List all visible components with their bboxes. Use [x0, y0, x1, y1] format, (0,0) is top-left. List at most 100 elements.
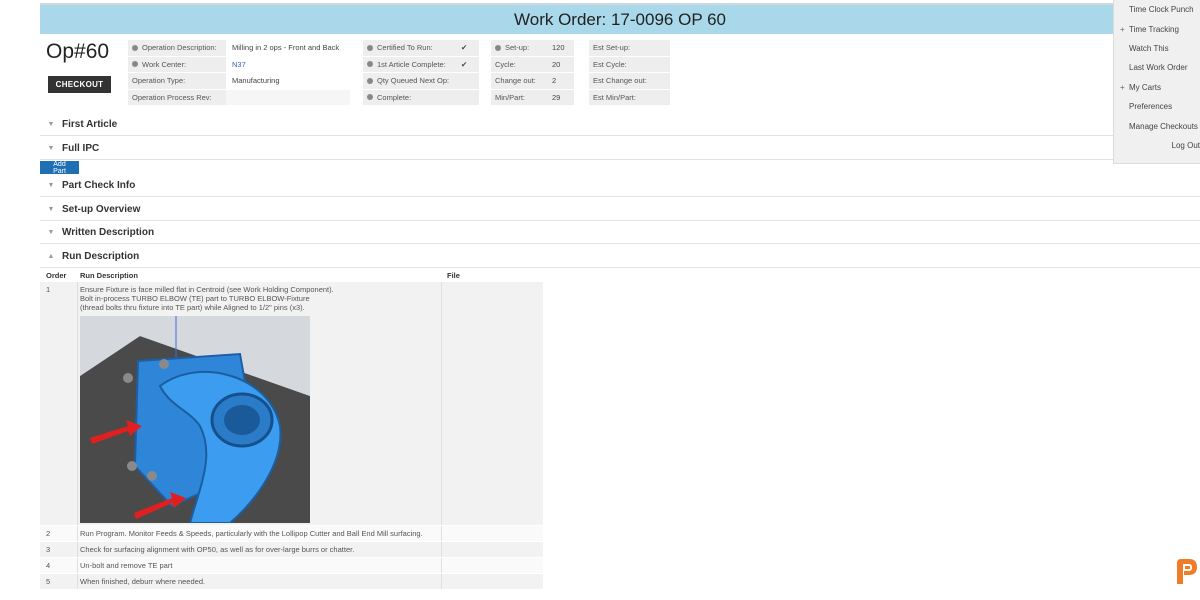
- row-description: Ensure Fixture is face milled flat in Ce…: [78, 282, 442, 525]
- row-description: Un-bolt and remove TE part: [78, 558, 442, 573]
- run-description-table: Order Run Description File 1 Ensure Fixt…: [40, 268, 543, 590]
- section-full-ipc[interactable]: ▼ Full IPC: [40, 137, 1200, 160]
- chevron-down-icon: ▼: [47, 228, 55, 236]
- info-dot-icon: [367, 44, 373, 51]
- detail-value: 120: [546, 40, 574, 56]
- work-order-header: Work Order: 17-0096 OP 60: [40, 3, 1200, 34]
- add-part-button[interactable]: Add Part: [40, 161, 79, 175]
- change-out-row: Change out: 2: [491, 73, 574, 90]
- cycle-row: Cycle: 20: [491, 56, 574, 73]
- column-header-order: Order: [46, 270, 67, 280]
- plus-icon: +: [1120, 82, 1125, 92]
- column-header-description: Run Description: [80, 270, 138, 280]
- fixture-photo[interactable]: [80, 316, 310, 523]
- info-dot-icon: [495, 44, 501, 51]
- page-title: Work Order: 17-0096 OP 60: [514, 9, 726, 29]
- table-row: 4 Un-bolt and remove TE part: [40, 558, 543, 574]
- detail-label: Cycle:: [491, 56, 546, 72]
- detail-value: [226, 89, 350, 105]
- detail-label: Set-up:: [505, 43, 530, 53]
- section-title: First Article: [62, 118, 118, 130]
- column-header-file: File: [447, 270, 460, 280]
- detail-label: Est Min/Part:: [589, 89, 670, 105]
- checkmark-icon: ✔: [455, 40, 479, 56]
- row-order: 3: [40, 542, 78, 557]
- row-order: 2: [40, 526, 78, 541]
- detail-value: 29: [546, 89, 574, 105]
- menu-item-log-out[interactable]: Log Out: [1114, 136, 1200, 155]
- detail-label: Est Set-up:: [589, 40, 670, 56]
- complete-row: Complete:: [363, 89, 479, 106]
- table-row: 1 Ensure Fixture is face milled flat in …: [40, 282, 543, 526]
- section-title: Run Description: [62, 250, 140, 262]
- section-setup-overview[interactable]: ▼ Set-up Overview: [40, 198, 1200, 221]
- detail-value: 2: [546, 73, 574, 89]
- section-part-check-info[interactable]: ▼ Part Check Info: [40, 174, 1200, 197]
- section-title: Full IPC: [62, 142, 100, 154]
- certified-to-run-row: Certified To Run: ✔: [363, 40, 479, 57]
- checkmark-icon: ✔: [455, 56, 479, 72]
- detail-label: Operation Description:: [142, 43, 217, 53]
- first-article-complete-row: 1st Article Complete: ✔: [363, 56, 479, 73]
- section-first-article[interactable]: ▼ First Article: [40, 113, 1200, 136]
- menu-item-label: My Carts: [1129, 82, 1161, 92]
- detail-value: 20: [546, 56, 574, 72]
- info-dot-icon: [367, 61, 373, 68]
- detail-label: Change out:: [491, 73, 546, 89]
- description-line: Bolt in-process TURBO ELBOW (TE) part to…: [80, 294, 310, 303]
- chevron-down-icon: ▼: [47, 205, 55, 213]
- chevron-up-icon: ▲: [47, 252, 55, 260]
- chevron-down-icon: ▼: [47, 120, 55, 128]
- brand-logo-icon: [1177, 559, 1197, 584]
- detail-label: Est Cycle:: [589, 56, 670, 72]
- work-center-link[interactable]: N37: [226, 57, 350, 73]
- est-min-part-row: Est Min/Part:: [589, 89, 670, 106]
- row-description: When finished, deburr where needed.: [78, 574, 442, 589]
- detail-label: Complete:: [377, 92, 412, 102]
- menu-item-watch-this[interactable]: Watch This: [1114, 39, 1200, 58]
- menu-item-my-carts[interactable]: + My Carts: [1114, 78, 1200, 97]
- table-row: 2 Run Program. Monitor Feeds & Speeds, p…: [40, 526, 543, 542]
- operation-number: Op#60: [46, 40, 110, 63]
- row-description: Check for surfacing alignment with OP50,…: [78, 542, 442, 557]
- checkout-button[interactable]: CHECKOUT: [48, 76, 111, 93]
- detail-label: Operation Type:: [128, 73, 226, 89]
- section-title: Part Check Info: [62, 179, 136, 191]
- menu-item-manage-checkouts[interactable]: Manage Checkouts: [1114, 116, 1200, 135]
- menu-item-last-work-order[interactable]: Last Work Order: [1114, 58, 1200, 77]
- menu-item-label: Time Tracking: [1129, 24, 1179, 34]
- info-dot-icon: [367, 94, 373, 101]
- operation-process-rev-row: Operation Process Rev:: [128, 89, 350, 106]
- operation-description-row: Operation Description: Milling in 2 ops …: [128, 40, 350, 57]
- section-written-description[interactable]: ▼ Written Description: [40, 221, 1200, 244]
- time-actual-block: Set-up: 120 Cycle: 20 Change out: 2 Min/…: [491, 40, 574, 106]
- row-file: [442, 282, 543, 525]
- info-dot-icon: [367, 77, 373, 84]
- info-dot-icon: [132, 44, 138, 51]
- est-setup-row: Est Set-up:: [589, 40, 670, 57]
- menu-item-time-tracking[interactable]: + Time Tracking: [1114, 19, 1200, 38]
- row-order: 5: [40, 574, 78, 589]
- row-file: [442, 558, 543, 573]
- table-header: Order Run Description File: [40, 268, 543, 282]
- description-line: Ensure Fixture is face milled flat in Ce…: [80, 285, 334, 294]
- row-order: 4: [40, 558, 78, 573]
- menu-item-preferences[interactable]: Preferences: [1114, 97, 1200, 116]
- row-file: [442, 526, 543, 541]
- certification-block: Certified To Run: ✔ 1st Article Complete…: [363, 40, 479, 106]
- description-line: (thread bolts thru fixture into TE part)…: [80, 303, 305, 312]
- row-order: 1: [40, 282, 78, 525]
- menu-item-time-clock-punch[interactable]: Time Clock Punch: [1114, 0, 1200, 19]
- section-run-description[interactable]: ▲ Run Description: [40, 245, 1200, 268]
- est-cycle-row: Est Cycle:: [589, 56, 670, 73]
- operation-details-block: Operation Description: Milling in 2 ops …: [128, 40, 350, 106]
- chevron-down-icon: ▼: [47, 181, 55, 189]
- operation-type-row: Operation Type: Manufacturing: [128, 73, 350, 90]
- plus-icon: +: [1120, 24, 1125, 34]
- info-dot-icon: [132, 61, 138, 68]
- detail-value: Manufacturing: [232, 76, 280, 86]
- detail-label: 1st Article Complete:: [377, 59, 446, 69]
- setup-row: Set-up: 120: [491, 40, 574, 57]
- detail-label: Certified To Run:: [377, 43, 433, 53]
- detail-label: Work Center:: [142, 59, 187, 69]
